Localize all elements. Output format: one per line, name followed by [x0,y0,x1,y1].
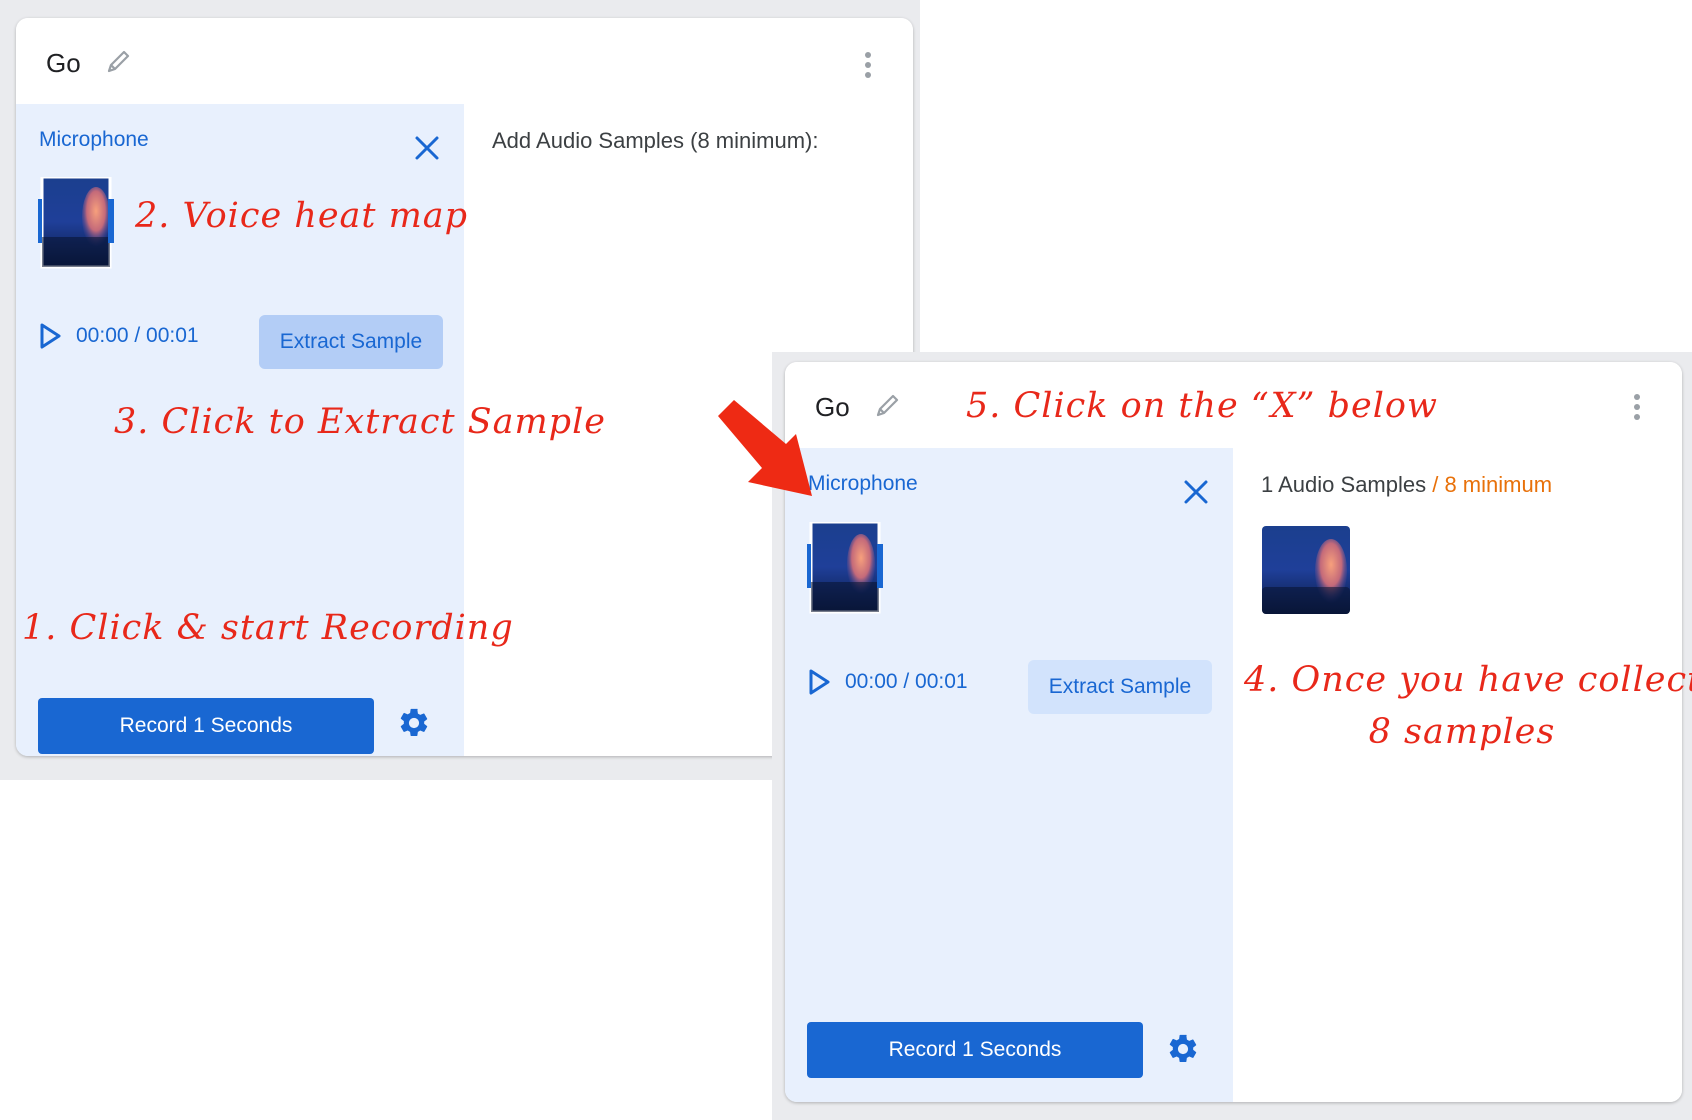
annotation-step-4: 4. Once you have collected 8 samples [1244,654,1692,758]
close-icon[interactable] [1182,478,1210,506]
card-header: Go [16,18,913,105]
annotation-step-4-line-2: 8 samples [1368,712,1556,752]
samples-minimum: / 8 minimum [1432,472,1553,497]
annotation-step-1: 1. Click & start Recording [22,608,514,648]
annotation-step-3: 3. Click to Extract Sample [114,402,606,442]
class-name-title: Go [46,48,81,78]
extract-sample-button[interactable]: Extract Sample [259,315,443,369]
more-vert-icon[interactable] [865,52,871,82]
annotation-step-4-line-1: 4. Once you have collected [1244,660,1692,700]
extract-sample-button[interactable]: Extract Sample [1028,660,1212,714]
more-vert-icon[interactable] [1634,394,1640,424]
playback-controls: 00:00 / 00:01 [807,668,968,696]
red-arrow [718,400,812,496]
playback-controls: 00:00 / 00:01 [38,322,199,350]
samples-count: 1 Audio Samples [1261,472,1427,497]
spectrogram-thumbnail[interactable] [807,522,883,618]
time-readout: 00:00 / 00:01 [76,324,199,347]
microphone-pane: Microphone 00:00 / 00:01 Extract Sample … [785,448,1233,1102]
play-icon[interactable] [38,322,62,350]
pencil-icon[interactable] [102,46,134,78]
samples-pane: 1 Audio Samples / 8 minimum [1233,448,1682,1102]
close-icon[interactable] [413,134,441,162]
spectrogram-thumbnail[interactable] [38,177,114,273]
record-button[interactable]: Record 1 Seconds [38,698,374,754]
sample-thumbnail[interactable] [1261,525,1351,615]
annotation-step-5: 5. Click on the “X” below [966,386,1438,426]
play-icon[interactable] [807,668,831,696]
samples-heading: 1 Audio Samples / 8 minimum [1261,472,1552,498]
annotation-step-2: 2. Voice heat map [135,196,469,236]
time-readout: 00:00 / 00:01 [845,670,968,693]
microphone-label: Microphone [39,128,149,151]
samples-heading: Add Audio Samples (8 minimum): [492,128,819,153]
gear-icon[interactable] [397,706,431,740]
pencil-icon[interactable] [871,390,903,422]
record-button[interactable]: Record 1 Seconds [807,1022,1143,1078]
gear-icon[interactable] [1166,1032,1200,1066]
